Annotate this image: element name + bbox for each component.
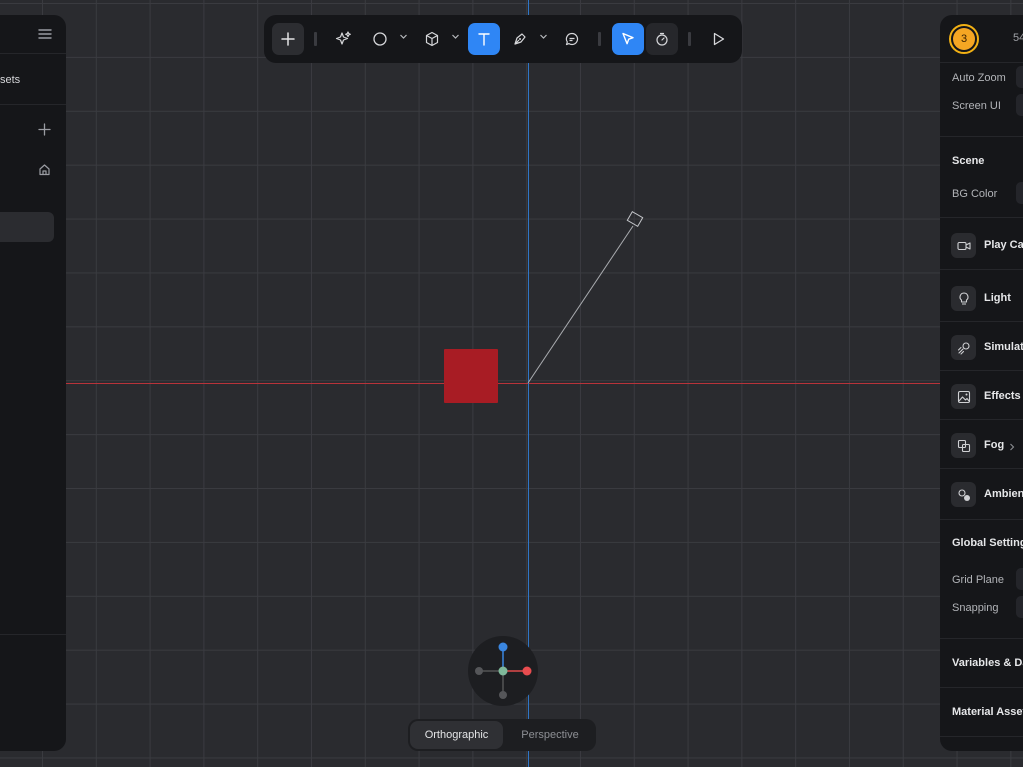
light-item[interactable]: Light bbox=[984, 292, 1011, 304]
bg-color-label: BG Color bbox=[952, 188, 998, 200]
camera-icon bbox=[626, 210, 644, 228]
effects-item[interactable]: Effects bbox=[984, 390, 1021, 402]
text-icon bbox=[478, 33, 490, 46]
z-axis-handle bbox=[498, 666, 508, 676]
plus-icon[interactable] bbox=[38, 123, 51, 138]
snapping-label: Snapping bbox=[952, 602, 999, 614]
circle-icon bbox=[373, 32, 387, 46]
toolbar-separator bbox=[314, 32, 317, 46]
orientation-gizmo[interactable] bbox=[468, 636, 538, 706]
divider bbox=[940, 519, 1023, 520]
comment-button[interactable] bbox=[556, 23, 588, 55]
global-settings-heading: Global Setting bbox=[952, 537, 1023, 549]
collaborator-count: 54 bbox=[1013, 32, 1023, 44]
variables-heading[interactable]: Variables & Da bbox=[952, 657, 1023, 669]
material-assets-heading[interactable]: Material Asset bbox=[952, 706, 1023, 718]
home-icon[interactable] bbox=[38, 163, 51, 178]
menu-icon[interactable] bbox=[38, 28, 52, 42]
divider bbox=[940, 638, 1023, 639]
x-axis-handle bbox=[522, 666, 532, 676]
auto-zoom-label: Auto Zoom bbox=[952, 72, 1006, 84]
left-panel: sets bbox=[0, 15, 66, 751]
chevron-down-icon[interactable] bbox=[539, 32, 548, 44]
perspective-button[interactable]: Perspective bbox=[506, 721, 594, 749]
shape-circle-button[interactable] bbox=[364, 23, 396, 55]
divider bbox=[940, 468, 1023, 469]
scene-heading: Scene bbox=[952, 155, 985, 167]
ambient-icon[interactable] bbox=[951, 482, 976, 507]
divider bbox=[0, 53, 66, 54]
chevron-right-icon[interactable] bbox=[1008, 439, 1016, 457]
chevron-down-icon[interactable] bbox=[451, 32, 460, 44]
simulation-icon[interactable] bbox=[951, 335, 976, 360]
cube-icon bbox=[425, 31, 439, 47]
divider bbox=[940, 217, 1023, 218]
toolbar-separator bbox=[688, 32, 691, 46]
plus-icon bbox=[281, 32, 295, 46]
divider bbox=[0, 104, 66, 105]
timer-icon bbox=[656, 32, 668, 46]
grid-plane-control[interactable] bbox=[1016, 568, 1023, 590]
image-icon[interactable] bbox=[951, 384, 976, 409]
pen-tool-button[interactable] bbox=[504, 23, 536, 55]
divider bbox=[940, 321, 1023, 322]
divider bbox=[940, 419, 1023, 420]
light-bulb-icon[interactable] bbox=[951, 286, 976, 311]
orthographic-button[interactable]: Orthographic bbox=[410, 721, 503, 749]
play-button[interactable] bbox=[702, 23, 734, 55]
pen-icon bbox=[514, 33, 526, 45]
selected-list-item[interactable] bbox=[0, 212, 54, 242]
rotate-tool-button[interactable] bbox=[646, 23, 678, 55]
select-tool-button[interactable] bbox=[612, 23, 644, 55]
toolbar-separator bbox=[598, 32, 601, 46]
avatar[interactable]: 3 bbox=[949, 24, 979, 54]
ambient-item[interactable]: Ambien bbox=[984, 488, 1023, 500]
avatar-number: 3 bbox=[953, 28, 975, 50]
y-axis-handle bbox=[498, 642, 508, 652]
comment-icon bbox=[565, 32, 579, 46]
divider bbox=[940, 269, 1023, 270]
chevron-down-icon[interactable] bbox=[399, 32, 408, 44]
camera-direction-line bbox=[527, 225, 634, 384]
assets-tab-label[interactable]: sets bbox=[0, 74, 20, 86]
auto-zoom-control[interactable] bbox=[1016, 66, 1023, 88]
simulation-item[interactable]: Simulat bbox=[984, 341, 1023, 353]
right-properties-panel: 3 54 Auto Zoom Screen UI Scene BG Color … bbox=[940, 15, 1023, 751]
play-camera-item[interactable]: Play Car bbox=[984, 239, 1023, 251]
sparkle-icon bbox=[335, 31, 351, 45]
divider bbox=[940, 687, 1023, 688]
bg-color-swatch[interactable] bbox=[1016, 182, 1023, 204]
fog-icon[interactable] bbox=[951, 433, 976, 458]
neg-x-axis-handle bbox=[475, 667, 483, 675]
add-button[interactable] bbox=[272, 23, 304, 55]
main-toolbar bbox=[264, 15, 742, 63]
divider bbox=[940, 136, 1023, 137]
cursor-icon bbox=[622, 32, 634, 45]
object-cube-button[interactable] bbox=[416, 23, 448, 55]
divider bbox=[940, 370, 1023, 371]
projection-toggle: Orthographic Perspective bbox=[408, 719, 596, 751]
cube-object[interactable] bbox=[444, 349, 498, 403]
camera-icon[interactable] bbox=[951, 233, 976, 258]
screen-ui-label: Screen UI bbox=[952, 100, 1001, 112]
fog-item[interactable]: Fog bbox=[984, 439, 1004, 451]
divider bbox=[940, 736, 1023, 737]
screen-ui-control[interactable] bbox=[1016, 94, 1023, 116]
text-tool-button[interactable] bbox=[468, 23, 500, 55]
grid-plane-label: Grid Plane bbox=[952, 574, 1004, 586]
snapping-control[interactable] bbox=[1016, 596, 1023, 618]
divider bbox=[0, 634, 66, 635]
play-icon bbox=[713, 32, 725, 46]
neg-y-axis-handle bbox=[499, 691, 507, 699]
ai-sparkle-button[interactable] bbox=[328, 23, 360, 55]
divider bbox=[940, 62, 1023, 63]
